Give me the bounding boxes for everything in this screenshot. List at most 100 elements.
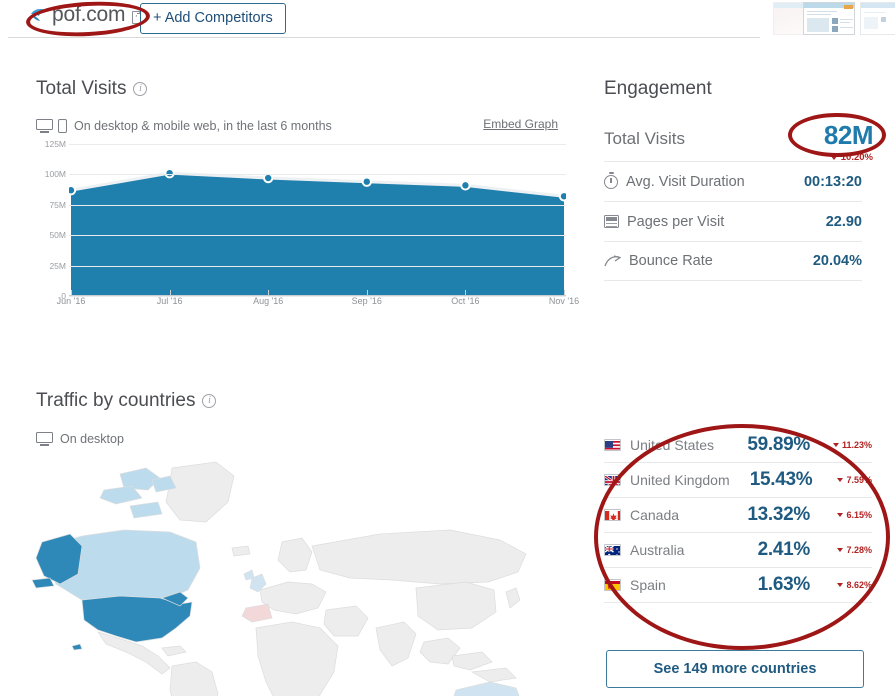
site-name: pof.com xyxy=(52,3,126,26)
chart-y-axis: 0 25M 50M 75M 100M 125M xyxy=(36,139,66,301)
desktop-icon xyxy=(36,119,53,133)
total-visits-subtitle: On desktop & mobile web, in the last 6 m… xyxy=(74,119,332,133)
embed-graph-link[interactable]: Embed Graph xyxy=(483,117,558,131)
country-delta-value: 8.62% xyxy=(846,580,872,590)
country-percentage: 13.32% xyxy=(747,504,810,525)
caret-down-icon xyxy=(832,443,839,447)
chart-y-tick-label: 125M xyxy=(44,139,66,149)
site-identity[interactable]: pof.com xyxy=(30,3,147,27)
chart-gridline xyxy=(69,235,566,237)
chart-x-tick-label: Jun '16 xyxy=(56,296,86,306)
engagement-row-value: 20.04% xyxy=(812,253,862,269)
engagement-row-value: 00:13:20 xyxy=(803,173,862,190)
caret-down-icon xyxy=(837,548,844,552)
right-panel: Engagement Total Visits 82M 10.20% Avg. … xyxy=(580,38,895,696)
chart-x-tick-label: Oct '16 xyxy=(451,296,480,306)
chart-gridline xyxy=(69,204,566,206)
country-name: United Kingdom xyxy=(630,472,730,488)
bird-logo-icon xyxy=(30,7,48,23)
country-delta: 6.15% xyxy=(810,510,872,520)
engagement-row: Pages per Visit 22.90 xyxy=(604,201,862,241)
total-visits-chart: Embed Graph 0 25M 50M 75M 100M 125M Jun '16 Ju… xyxy=(36,117,579,326)
add-competitors-button[interactable]: + Add Competitors xyxy=(140,3,286,34)
engagement-row: Avg. Visit Duration 00:13:20 xyxy=(604,161,862,201)
site-thumbnail-current[interactable] xyxy=(803,2,855,35)
chart-data-point xyxy=(558,191,570,202)
pages-icon xyxy=(604,215,619,228)
caret-down-icon xyxy=(837,583,844,587)
traffic-by-countries-heading: Traffic by countries i xyxy=(36,390,217,412)
chart-svg xyxy=(65,167,570,296)
chart-gridline xyxy=(69,144,566,145)
engagement-total-visits-value-group: 82M 10.20% xyxy=(824,120,874,163)
country-row[interactable]: United Kingdom 15.43% 7.59% xyxy=(604,463,872,498)
chart-gridline xyxy=(69,265,566,267)
country-delta-value: 7.59% xyxy=(846,475,872,485)
chart-data-point xyxy=(361,176,372,187)
country-row[interactable]: Australia 2.41% 7.28% xyxy=(604,533,872,568)
chart-x-tick-label: Aug '16 xyxy=(253,296,284,306)
chart-x-tick xyxy=(465,290,467,295)
chart-data-point xyxy=(164,167,175,179)
country-percentage: 59.89% xyxy=(747,434,810,455)
country-name: Australia xyxy=(630,542,685,558)
chart-x-tick-label: Nov '16 xyxy=(548,296,580,306)
site-thumbnails xyxy=(770,0,895,37)
bounce-arrow-icon xyxy=(604,254,622,268)
chart-x-tick xyxy=(71,290,72,295)
total-visits-subtitle-row: On desktop & mobile web, in the last 6 m… xyxy=(36,119,332,133)
top-bar: pof.com + Add Competitors xyxy=(0,0,895,38)
country-delta-value: 6.15% xyxy=(846,510,872,520)
chart-x-tick xyxy=(169,290,171,295)
engagement-title: Engagement xyxy=(604,78,712,99)
country-name: United States xyxy=(630,437,715,453)
chart-y-tick-label: 75M xyxy=(49,199,66,210)
country-row[interactable]: Canada 13.32% 6.15% xyxy=(604,498,872,533)
chart-plot-area: 0 25M 50M 75M 100M 125M xyxy=(36,139,570,301)
chart-y-tick-label: 100M xyxy=(44,169,66,180)
engagement-row-value: 22.90 xyxy=(825,213,862,230)
engagement-row-label: Avg. Visit Duration xyxy=(626,173,745,190)
chart-series-area xyxy=(65,144,570,297)
total-visits-heading: Total Visits i xyxy=(36,78,148,100)
engagement-row-label: Bounce Rate xyxy=(629,253,713,269)
traffic-subtitle-row: On desktop xyxy=(36,432,124,446)
country-delta-value: 7.28% xyxy=(846,545,872,555)
stopwatch-icon xyxy=(604,171,618,189)
es-flag xyxy=(604,579,621,591)
au-flag xyxy=(604,544,621,556)
engagement-total-visits-label: Total Visits xyxy=(604,129,685,148)
country-delta-value: 11.23% xyxy=(841,440,872,450)
traffic-by-countries-title: Traffic by countries xyxy=(36,390,196,411)
chart-data-point xyxy=(65,185,77,196)
chart-x-tick xyxy=(564,290,565,295)
country-delta: 7.59% xyxy=(812,475,872,485)
info-icon[interactable]: i xyxy=(133,82,148,96)
caret-down-icon xyxy=(837,478,844,482)
desktop-icon xyxy=(36,432,53,446)
total-visits-title: Total Visits xyxy=(36,78,127,99)
mobile-icon xyxy=(58,119,67,133)
country-percentage: 1.63% xyxy=(757,574,811,595)
chart-x-tick-label: Sep '16 xyxy=(351,296,382,306)
country-delta: 11.23% xyxy=(810,440,872,450)
chart-x-tick xyxy=(268,290,270,295)
country-delta: 7.28% xyxy=(810,545,872,555)
see-more-countries-button[interactable]: See 149 more countries xyxy=(606,650,864,688)
country-percentage: 2.41% xyxy=(757,539,811,560)
info-icon[interactable]: i xyxy=(202,394,217,408)
country-percentage: 15.43% xyxy=(749,469,813,490)
chart-data-point xyxy=(460,180,471,191)
site-thumbnail-next[interactable] xyxy=(860,2,895,35)
country-name: Spain xyxy=(630,577,666,593)
traffic-subtitle: On desktop xyxy=(60,432,124,446)
chart-y-tick-label: 25M xyxy=(49,260,66,271)
caret-down-icon xyxy=(829,155,838,160)
country-row[interactable]: United States 59.89% 11.23% xyxy=(604,428,872,463)
chart-x-tick-label: Jul '16 xyxy=(156,296,183,306)
countries-list: United States 59.89% 11.23% United Kingdom 1… xyxy=(604,428,872,603)
engagement-row-label: Pages per Visit xyxy=(627,213,725,230)
world-map[interactable] xyxy=(20,450,590,696)
engagement-row: Bounce Rate 20.04% xyxy=(604,241,862,281)
country-row[interactable]: Spain 1.63% 8.62% xyxy=(604,568,872,603)
